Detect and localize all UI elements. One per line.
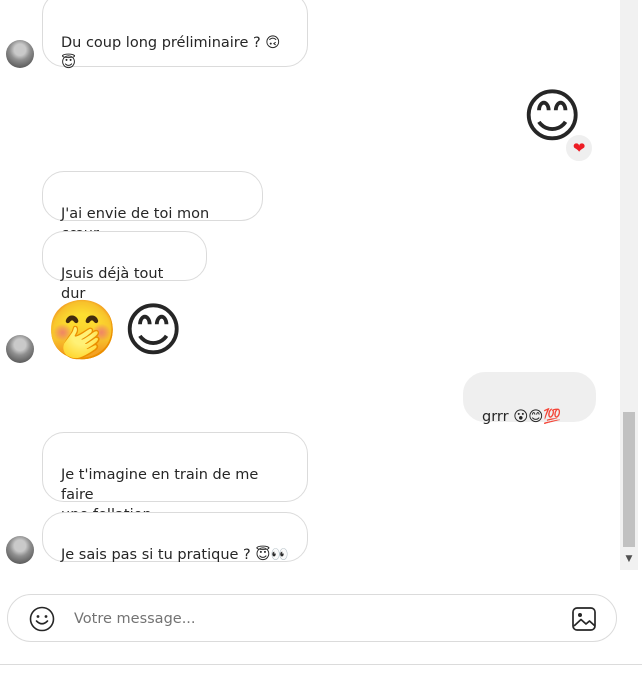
avatar[interactable]	[6, 536, 34, 564]
message-bubble-outgoing[interactable]: grrr 😮😊💯	[463, 372, 596, 425]
avatar[interactable]	[6, 335, 34, 363]
message-text: grrr 😮😊💯	[482, 409, 562, 425]
image-icon[interactable]	[570, 605, 598, 633]
message-text: Du coup long préliminaire ? 🙃 😇	[61, 35, 281, 71]
hand-over-mouth-emoji[interactable]: 🤭	[46, 298, 118, 362]
message-bubble-incoming[interactable]: Du coup long préliminaire ? 🙃 😇	[42, 0, 308, 71]
message-bubble-incoming[interactable]: Jsuis déjà tout dur	[42, 231, 207, 302]
message-bubble-incoming[interactable]: Je t'imagine en train de me faire une fe…	[42, 432, 308, 523]
message-thread[interactable]: Du coup long préliminaire ? 🙃 😇 😊 ❤ J'ai…	[0, 0, 620, 570]
message-bubble-incoming[interactable]: J'ai envie de toi mon cœur	[42, 171, 263, 242]
message-composer	[7, 594, 617, 642]
message-bubble-incoming[interactable]: Je sais pas si tu pratique ? 😇👀	[42, 512, 308, 563]
message-input[interactable]	[74, 607, 544, 631]
smiling-emoji[interactable]: 😊	[123, 298, 183, 362]
scrollbar-thumb[interactable]	[623, 412, 635, 547]
divider	[0, 664, 642, 665]
message-text: Je sais pas si tu pratique ? 😇👀	[61, 547, 289, 563]
heart-reaction[interactable]: ❤	[564, 133, 594, 163]
smiley-face-icon[interactable]	[28, 605, 56, 633]
avatar[interactable]	[6, 40, 34, 68]
scroll-down-arrow-icon[interactable]: ▼	[622, 552, 636, 566]
